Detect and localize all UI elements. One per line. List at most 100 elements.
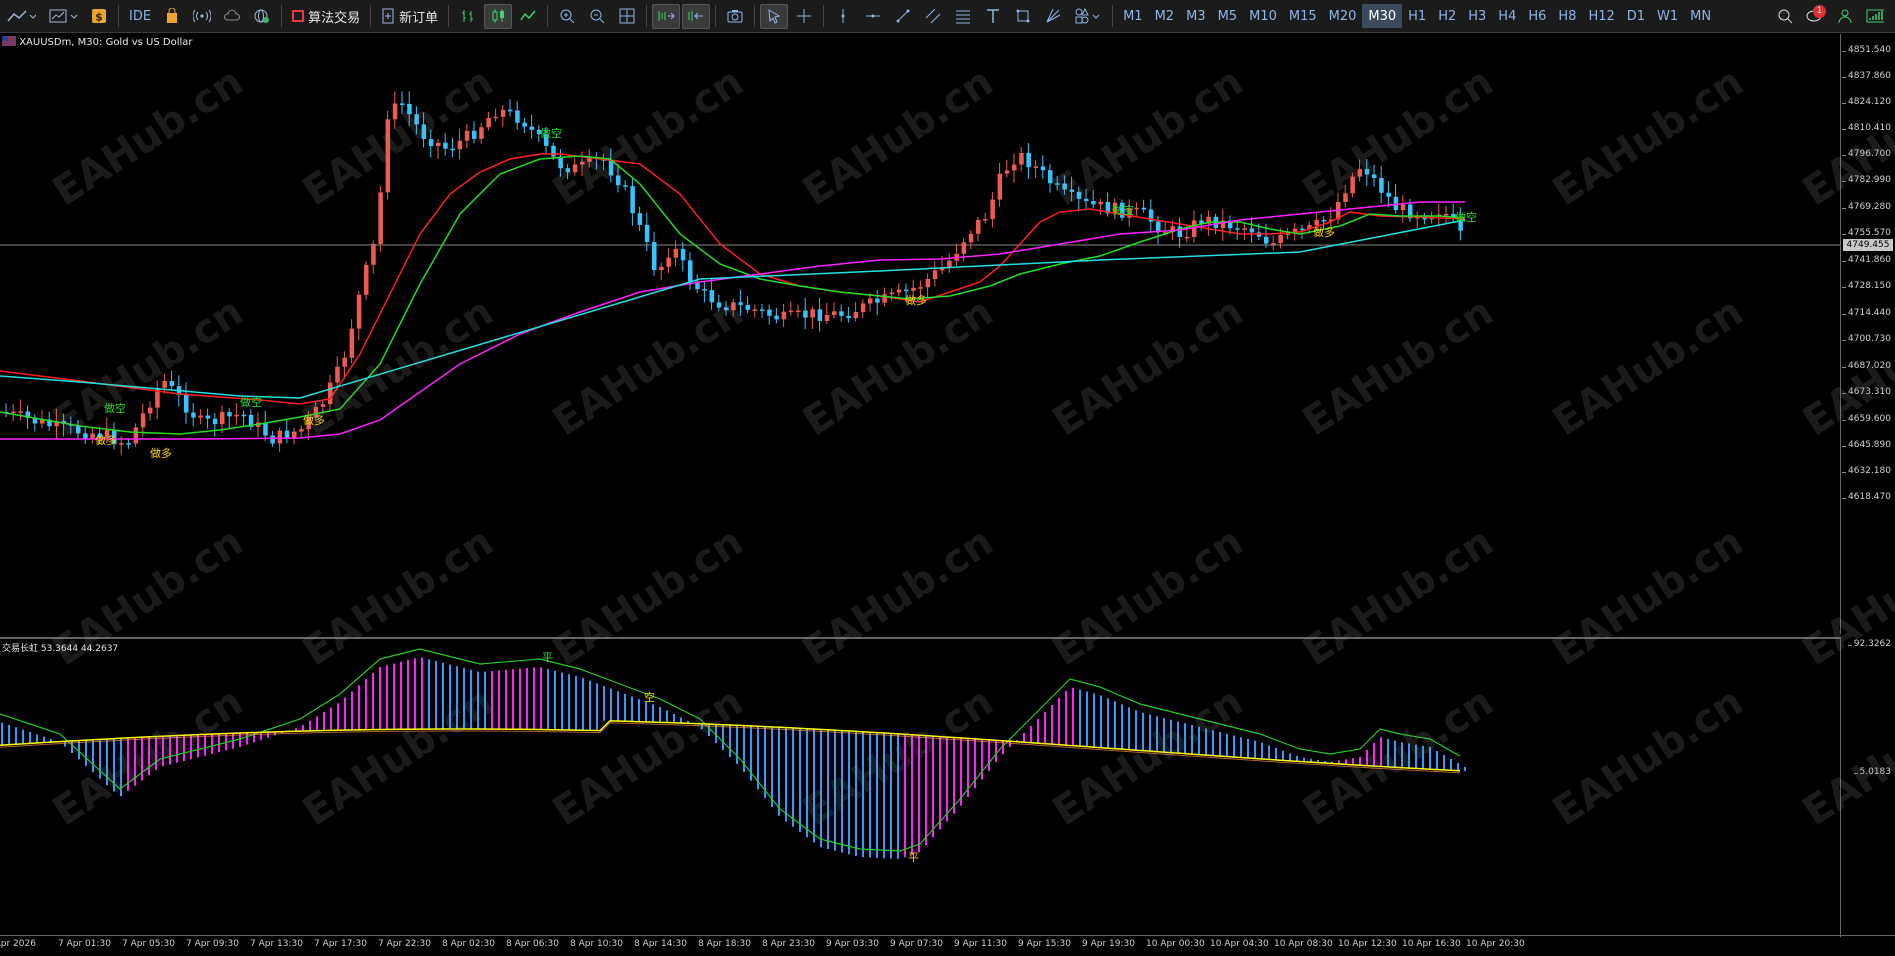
signal-strength-button[interactable] [1861,4,1889,29]
bar-chart-button[interactable] [454,4,482,29]
gann-fan-button[interactable] [1039,4,1067,29]
line-chart-button[interactable] [514,4,542,29]
indicator-axis[interactable]: 92.3262 5.0183 [1841,637,1895,935]
toolbar-separator [370,5,372,27]
candlestick-button[interactable] [484,3,513,29]
candle-body [364,264,369,295]
web-button[interactable] [248,4,276,29]
time-tick-label: 10 Apr 20:30 [1466,939,1525,949]
candle-body [918,287,923,289]
autoscroll-button[interactable] [652,3,681,29]
time-tick-label: 9 Apr 03:30 [826,939,879,949]
time-tick-label: 10 Apr 12:30 [1338,939,1397,949]
price-tick-label: 4700.730 [1842,334,1891,344]
timeframe-w1-button[interactable]: W1 [1651,4,1684,28]
candle-body [184,394,189,413]
candle-body [436,142,441,147]
timeframe-h6-button[interactable]: H6 [1522,4,1552,28]
symbol-flag-icon [2,36,16,46]
timeframe-h3-button[interactable]: H3 [1462,4,1492,28]
candle-body [608,160,614,176]
vertical-line-button[interactable] [829,4,857,29]
zoom-out-button[interactable] [583,4,611,29]
screenshot-button[interactable] [721,4,749,29]
channel-button[interactable] [919,4,947,29]
candle-body [745,304,751,310]
timeframe-m10-button[interactable]: M10 [1243,4,1283,28]
timeframe-h4-button[interactable]: H4 [1492,4,1522,28]
timeframe-m30-button[interactable]: M30 [1362,4,1403,28]
candle-body [205,415,211,419]
cursor-button[interactable] [760,3,789,29]
text-button[interactable] [979,4,1007,29]
trend-line-icon [896,9,910,23]
ide-label: IDE [129,8,152,24]
algo-trading-label: 算法交易 [308,10,361,26]
chart-shift-button[interactable] [682,3,711,29]
price-chart-panel[interactable]: XAUUSDm, M30: Gold vs US Dollar 做空 做多 做多 做空… [0,34,1841,634]
price-tick-label: 4755.570 [1842,228,1891,238]
price-axis[interactable]: 4851.540 4837.860 4824.120 4810.410 4796.700… [1841,34,1895,634]
search-button[interactable] [1771,4,1799,29]
candle-body [407,103,412,115]
objects-menu-button[interactable] [1069,4,1107,29]
timeframe-d1-button[interactable]: D1 [1621,4,1651,28]
candle-body [659,266,664,271]
grid-button[interactable] [613,4,641,29]
dollar-button[interactable]: $ [85,4,113,29]
notifications-button[interactable]: 1 [1801,4,1829,29]
candle-body [616,175,621,186]
templates-button[interactable] [43,4,83,29]
timeframe-m5-button[interactable]: M5 [1212,4,1244,28]
candle-body [896,289,902,293]
candle-body [1076,191,1082,199]
time-tick-label: 9 Apr 11:30 [954,939,1007,949]
timeframe-m20-button[interactable]: M20 [1323,4,1363,28]
time-axis[interactable]: 7 Apr 2026 7 Apr 01:30 7 Apr 05:30 7 Apr 09… [0,935,1895,956]
horizontal-line-button[interactable] [859,4,887,29]
price-tick-label: 4632.180 [1842,466,1891,476]
candle-body [623,185,628,187]
zoom-in-button[interactable] [553,4,581,29]
crosshair-button[interactable] [790,4,818,29]
price-tick-label: 4728.150 [1842,281,1891,291]
price-tick-label: 4618.470 [1842,492,1891,502]
timeframe-h1-button[interactable]: H1 [1402,4,1432,28]
candle-body [673,248,679,258]
candle-body [1235,228,1240,230]
fibonacci-button[interactable] [949,4,977,29]
market-button[interactable] [158,4,186,29]
timeframe-m3-button[interactable]: M3 [1180,4,1212,28]
algo-trading-button[interactable]: 算法交易 [287,4,365,29]
signals-button[interactable] [188,4,216,29]
indicator-panel[interactable]: 交易长虹 53.3644 44.2637 平空平 [0,637,1841,937]
shapes-button[interactable] [1009,4,1037,29]
time-tick-label: 7 Apr 2026 [0,939,36,949]
timeframe-m2-button[interactable]: M2 [1149,4,1181,28]
candle-body [486,117,491,128]
ide-button[interactable]: IDE [124,4,156,29]
candle-body [652,242,657,271]
timeframe-mn-button[interactable]: MN [1684,4,1717,28]
timeframe-h12-button[interactable]: H12 [1582,4,1620,28]
account-button[interactable] [1831,4,1859,29]
timeframe-h2-button[interactable]: H2 [1432,4,1462,28]
candle-body [414,114,419,125]
time-tick-label: 7 Apr 22:30 [378,939,431,949]
grid-icon [619,8,635,24]
price-tick-label: 4824.120 [1842,97,1891,107]
candle-body [882,294,887,303]
vps-button[interactable] [218,4,246,29]
toolbar-separator [547,5,549,27]
new-order-button[interactable]: 新订单 [376,4,443,29]
timeframe-m15-button[interactable]: M15 [1283,4,1323,28]
timeframe-m1-button[interactable]: M1 [1117,4,1149,28]
candles-group [4,91,1463,455]
trend-line-button[interactable] [889,4,917,29]
timeframe-h8-button[interactable]: H8 [1552,4,1582,28]
chart-type-button[interactable] [1,4,41,29]
candle-body [126,443,131,445]
candle-body [1314,220,1319,226]
candle-body [328,382,333,405]
candle-body [644,224,650,243]
